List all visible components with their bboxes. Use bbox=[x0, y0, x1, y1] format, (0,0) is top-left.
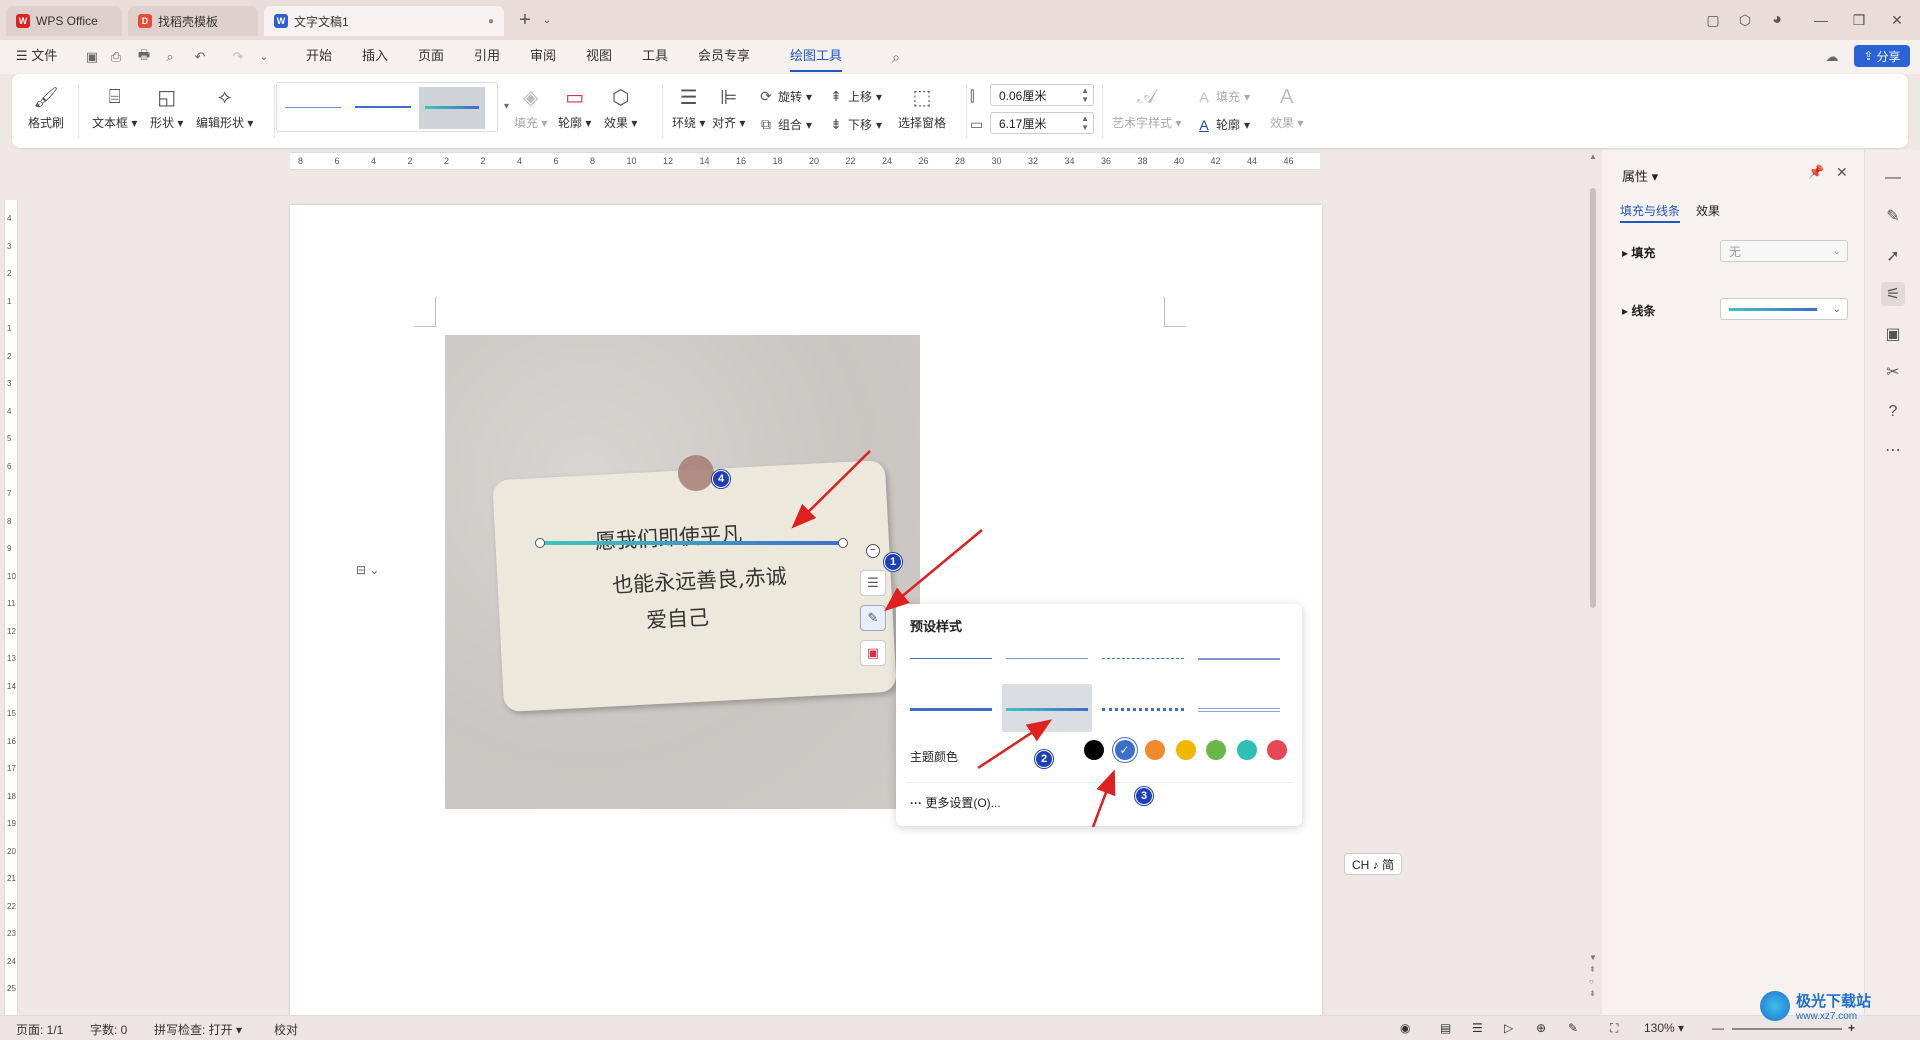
properties-panel: 属性 ▾ 📌 ✕ 填充与线条 效果 ▸ 填充 无 ⌄ ▸ 线条 ⌄ bbox=[1602, 150, 1864, 1020]
help-icon[interactable]: ? bbox=[1881, 400, 1905, 424]
pen-mode-icon[interactable]: ✎ bbox=[1568, 1021, 1578, 1035]
arrow-to-preset bbox=[977, 719, 1053, 770]
image-edit-icon[interactable]: ▣ bbox=[1881, 322, 1905, 346]
word-count[interactable]: 字数: 0 bbox=[90, 1021, 127, 1038]
tools-icon[interactable]: ✂ bbox=[1881, 360, 1905, 384]
scrollbar-thumb[interactable] bbox=[1590, 188, 1596, 608]
line-dropdown[interactable]: ⌄ bbox=[1720, 298, 1848, 320]
play-icon[interactable]: ▷ bbox=[1504, 1021, 1513, 1035]
select-arrow-icon[interactable]: ➚ bbox=[1881, 244, 1905, 268]
zoom-slider[interactable] bbox=[1732, 1028, 1842, 1030]
vertical-scrollbar[interactable]: ▲ ▼ ⇞ ○ ⇟ bbox=[1586, 152, 1600, 1014]
arrow-to-color bbox=[1091, 769, 1116, 828]
page-nav-icons[interactable]: ▼ ⇞ ○ ⇟ bbox=[1589, 952, 1597, 1000]
zoom-in-icon[interactable]: + bbox=[1848, 1021, 1855, 1035]
line-section-toggle[interactable]: ▸ 线条 bbox=[1622, 302, 1655, 319]
status-bar: 页面: 1/1 字数: 0 拼写检查: 打开 ▾ 校对 ◉ ▤ ☰ ▷ ⊕ ✎ … bbox=[0, 1015, 1920, 1040]
eye-protection-icon[interactable]: ◉ bbox=[1400, 1021, 1410, 1035]
chevron-down-icon: ⌄ bbox=[1832, 303, 1841, 315]
more-icon[interactable]: ⋯ bbox=[1881, 438, 1905, 462]
line-preview bbox=[1729, 307, 1817, 311]
ime-indicator[interactable]: CH ♪ 简 bbox=[1344, 853, 1402, 875]
page-count[interactable]: 页面: 1/1 bbox=[16, 1021, 63, 1038]
collapse-panel-icon[interactable]: — bbox=[1881, 166, 1905, 190]
spell-check-toggle[interactable]: 拼写检查: 打开 ▾ bbox=[154, 1021, 242, 1038]
pin-icon[interactable]: 📌 bbox=[1808, 164, 1824, 180]
arrow-to-style-button bbox=[884, 529, 983, 612]
fill-dropdown[interactable]: 无 ⌄ bbox=[1720, 240, 1848, 262]
watermark-title: 极光下载站 bbox=[1796, 993, 1872, 1010]
outline-view-icon[interactable]: ☰ bbox=[1472, 1021, 1483, 1035]
properties-icon[interactable]: ⚟ bbox=[1881, 282, 1905, 306]
watermark: 极光下载站 www.xz7.com bbox=[1760, 990, 1871, 1022]
chevron-down-icon: ⌄ bbox=[1832, 245, 1841, 257]
proofread-button[interactable]: 校对 bbox=[274, 1021, 298, 1038]
arrow-to-line bbox=[791, 450, 871, 529]
right-toolbar: — ✎ ➚ ⚟ ▣ ✂ ? ⋯ bbox=[1864, 150, 1920, 1020]
panel-close-icon[interactable]: ✕ bbox=[1836, 164, 1848, 181]
fill-section-toggle[interactable]: ▸ 填充 bbox=[1622, 244, 1655, 261]
tab-effect[interactable]: 效果 bbox=[1696, 202, 1720, 219]
tab-fill-and-line[interactable]: 填充与线条 bbox=[1620, 202, 1681, 223]
fill-value: 无 bbox=[1729, 244, 1742, 259]
watermark-url: www.xz7.com bbox=[1796, 1011, 1858, 1022]
zoom-level[interactable]: 130% ▾ bbox=[1644, 1021, 1684, 1035]
fit-page-icon[interactable]: ⛶ bbox=[1610, 1021, 1618, 1036]
pen-icon[interactable]: ✎ bbox=[1881, 204, 1905, 228]
panel-title[interactable]: 属性 ▾ bbox=[1622, 166, 1658, 185]
page-view-icon[interactable]: ▤ bbox=[1440, 1021, 1451, 1035]
watermark-logo-icon bbox=[1760, 991, 1790, 1021]
zoom-out-icon[interactable]: — bbox=[1712, 1021, 1724, 1035]
scroll-up-icon[interactable]: ▲ bbox=[1589, 152, 1597, 161]
web-view-icon[interactable]: ⊕ bbox=[1536, 1021, 1546, 1035]
